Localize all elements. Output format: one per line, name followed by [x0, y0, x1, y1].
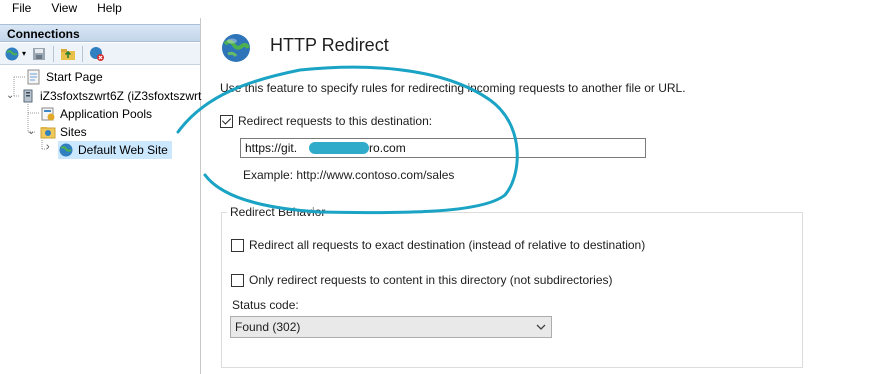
application-pools-icon [40, 106, 56, 122]
only-directory-label: Only redirect requests to content in thi… [249, 273, 613, 287]
tree-item-label: iZ3sfoxtszwrt6Z (iZ3sfoxtszwrt [40, 89, 202, 103]
only-directory-checkbox[interactable] [231, 274, 244, 287]
feature-description: Use this feature to specify rules for re… [220, 81, 686, 95]
menu-bar: File View Help [0, 0, 878, 17]
menu-view[interactable]: View [39, 0, 85, 17]
dropdown-arrow-icon[interactable]: ▾ [22, 49, 26, 58]
up-folder-icon[interactable] [59, 45, 77, 63]
redirect-destination-label: Redirect requests to this destination: [238, 114, 433, 128]
redaction-mark [309, 142, 369, 154]
toolbar-divider [53, 45, 55, 62]
expand-chevron-icon[interactable]: ⌄ [27, 126, 35, 137]
redirect-behavior-group [221, 212, 803, 368]
tree-item-default-web-site[interactable]: Default Web Site [58, 141, 172, 159]
collapsed-chevron-icon[interactable]: › [46, 141, 50, 153]
toolbar-divider [82, 45, 84, 62]
save-icon[interactable] [30, 45, 48, 63]
tree-item-server[interactable]: iZ3sfoxtszwrt6Z (iZ3sfoxtszwrt [20, 87, 201, 105]
connections-panel: Connections ▾ Start Page ⌄ iZ3sfoxtszwrt… [0, 18, 201, 374]
connections-header: Connections [0, 24, 200, 42]
connect-globe-icon[interactable] [3, 45, 21, 63]
chevron-down-icon [536, 317, 546, 343]
status-code-label: Status code: [232, 298, 299, 312]
redirect-behavior-legend: Redirect Behavior [227, 205, 329, 219]
globe-icon [220, 32, 252, 64]
tree-item-label: Default Web Site [78, 143, 168, 157]
status-code-select[interactable]: Found (302) [230, 316, 552, 338]
tree-item-start-page[interactable]: Start Page [26, 68, 103, 86]
page-title: HTTP Redirect [270, 35, 389, 55]
sites-folder-icon [40, 124, 56, 140]
destination-input[interactable] [240, 138, 646, 158]
start-page-icon [26, 69, 42, 85]
globe-icon [58, 142, 74, 158]
http-redirect-panel: HTTP Redirect Use this feature to specif… [205, 18, 878, 374]
exact-destination-checkbox[interactable] [231, 239, 244, 252]
exact-destination-label: Redirect all requests to exact destinati… [249, 238, 646, 252]
status-code-value: Found (302) [235, 320, 301, 334]
menu-file[interactable]: File [0, 0, 39, 17]
expand-chevron-icon[interactable]: ⌄ [6, 90, 14, 101]
menu-help[interactable]: Help [85, 0, 130, 17]
tree-item-label: Sites [60, 125, 87, 139]
tree-item-label: Start Page [46, 70, 103, 84]
server-icon [20, 88, 36, 104]
connections-toolbar: ▾ [0, 43, 200, 65]
tree-item-label: Application Pools [60, 107, 153, 121]
example-text: Example: http://www.contoso.com/sales [243, 168, 455, 182]
tree-item-application-pools[interactable]: Application Pools [40, 105, 152, 123]
tree-item-sites[interactable]: Sites [40, 123, 87, 141]
disconnect-icon[interactable] [88, 45, 106, 63]
redirect-destination-checkbox[interactable] [220, 115, 233, 128]
